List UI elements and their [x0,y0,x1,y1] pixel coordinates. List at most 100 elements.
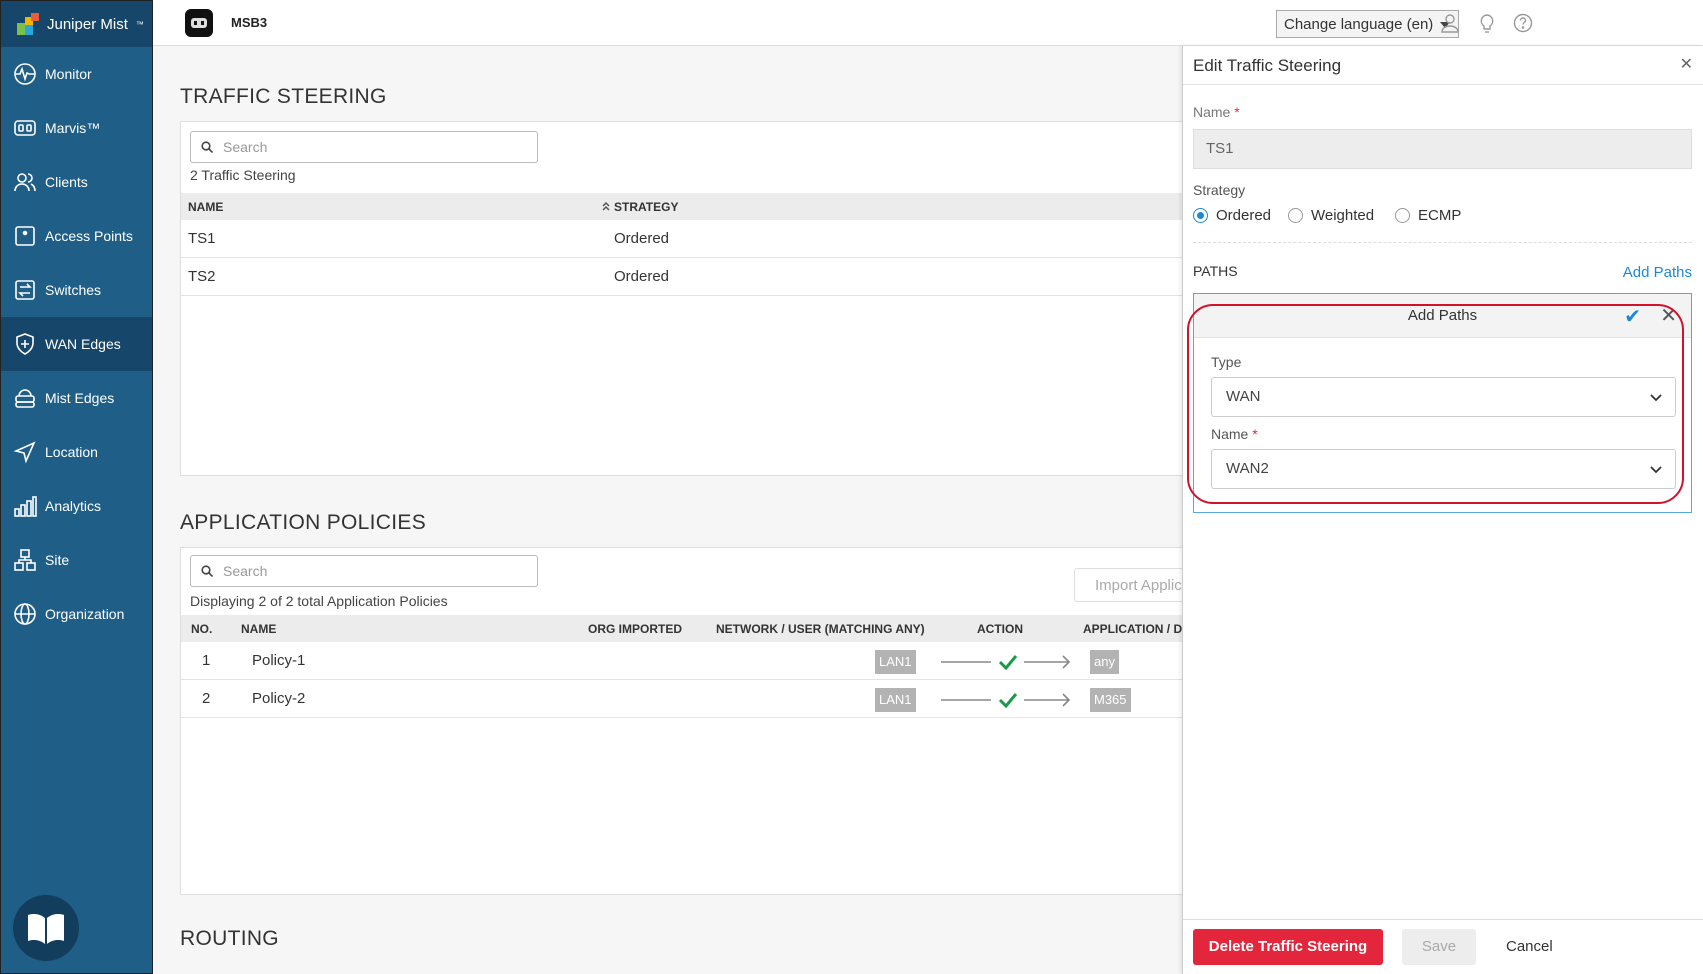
application-policies-panel: Search Import Applica Displaying 2 of 2 … [180,547,1183,895]
sidebar-item-mist-edges[interactable]: Mist Edges [1,371,152,425]
juniper-logo-icon [17,13,39,35]
row-name: Policy-2 [252,690,306,707]
allow-action-icon [941,655,1071,671]
site-switcher-icon[interactable] [185,8,213,37]
sidebar-item-site[interactable]: Site [1,533,152,587]
sidebar-item-label: Access Points [45,228,133,244]
sidebar-item-label: Analytics [45,498,102,514]
traffic-steering-search[interactable]: Search [190,131,538,163]
application-policies-search[interactable]: Search [190,555,538,587]
sidebar-item-access-points[interactable]: Access Points [1,209,152,263]
sidebar-item-organization[interactable]: Organization [1,587,152,641]
row-name: TS2 [188,268,216,285]
site-name[interactable]: MSB3 [231,15,267,30]
delete-traffic-steering-button[interactable]: Delete Traffic Steering [1193,929,1383,965]
sort-ascending-icon[interactable] [601,201,611,211]
site-icon [14,549,36,571]
sidebar-item-label: Location [45,444,98,460]
help-icon[interactable] [1513,13,1533,33]
routing-title: ROUTING [180,927,279,950]
sidebar-item-switches[interactable]: Switches [1,263,152,317]
search-icon [201,565,213,577]
divider [1183,84,1703,85]
name-label: Name * [1193,104,1240,120]
type-select-value: WAN [1226,388,1261,405]
add-paths-title: Add Paths [1407,307,1478,324]
path-name-label: Name * [1211,426,1258,442]
sidebar-item-monitor[interactable]: Monitor [1,47,152,101]
path-name-select[interactable]: WAN2 [1211,449,1676,489]
brand-logo[interactable]: Juniper Mist ™ [1,1,152,47]
radio-unselected-icon [1395,208,1410,223]
table-row[interactable]: 1 Policy-1 LAN1 any [181,642,1183,680]
column-network[interactable]: NETWORK / USER (MATCHING ANY) [716,622,925,636]
close-icon[interactable]: ✕ [1680,54,1693,74]
row-name: Policy-1 [252,652,306,669]
radio-unselected-icon [1288,208,1303,223]
sidebar-item-label: Clients [45,174,88,190]
table-row[interactable]: TS2 Ordered [181,258,1183,296]
allow-action-icon [941,693,1071,709]
analytics-icon [14,496,37,517]
top-bar: MSB3 Change language (en) [153,0,1703,46]
column-application[interactable]: APPLICATION / D [1083,622,1182,636]
language-select[interactable]: Change language (en) [1276,10,1459,38]
search-placeholder: Search [223,139,268,155]
clients-icon [14,173,36,192]
column-no[interactable]: NO. [191,622,212,636]
search-placeholder: Search [223,563,268,579]
row-strategy: Ordered [614,230,670,247]
sidebar-item-marvis[interactable]: Marvis™ [1,101,152,155]
path-name-select-value: WAN2 [1226,460,1269,477]
close-icon[interactable]: ✕ [1660,303,1677,328]
sidebar: Juniper Mist ™ Monitor Marvis™ Clients Ac… [0,0,153,974]
strategy-radio-ordered[interactable]: Ordered [1193,207,1271,224]
type-select[interactable]: WAN [1211,377,1676,417]
switch-icon [15,280,35,300]
cancel-button[interactable]: Cancel [1506,938,1553,955]
strategy-radio-ecmp[interactable]: ECMP [1395,207,1461,224]
marvis-icon [14,120,36,136]
radio-selected-icon [1193,208,1208,223]
table-row[interactable]: TS1 Ordered [181,220,1183,258]
sidebar-item-label: Organization [45,606,125,622]
application-policies-count: Displaying 2 of 2 total Application Poli… [190,593,448,609]
radio-label: ECMP [1418,207,1462,224]
add-paths-link[interactable]: Add Paths [1623,264,1692,281]
radio-label: Ordered [1216,207,1272,224]
main-content: TRAFFIC STEERING Search 2 Traffic Steeri… [153,46,1183,974]
strategy-label: Strategy [1193,182,1246,198]
column-strategy[interactable]: STRATEGY [614,200,678,214]
column-org-imported[interactable]: ORG IMPORTED [588,622,682,636]
application-policies-title: APPLICATION POLICIES [180,511,427,534]
import-applications-button[interactable]: Import Applica [1074,568,1183,602]
row-no: 1 [202,652,211,669]
table-row[interactable]: 2 Policy-2 LAN1 M365 [181,680,1183,718]
radio-label: Weighted [1311,207,1375,224]
sidebar-item-analytics[interactable]: Analytics [1,479,152,533]
strategy-radio-weighted[interactable]: Weighted [1288,207,1374,224]
save-button[interactable]: Save [1402,929,1476,965]
traffic-steering-count: 2 Traffic Steering [190,167,296,183]
column-name[interactable]: NAME [241,622,276,636]
column-name[interactable]: NAME [188,200,223,214]
application-chip: any [1090,650,1119,674]
divider [1193,242,1692,243]
documentation-book-icon[interactable] [13,895,79,961]
add-paths-form: Add Paths ✔ ✕ Type WAN Name * WAN2 [1193,293,1692,513]
sidebar-item-wan-edges[interactable]: WAN Edges [1,317,152,371]
user-icon[interactable] [1440,13,1460,33]
lightbulb-icon[interactable] [1477,13,1497,33]
sidebar-item-clients[interactable]: Clients [1,155,152,209]
row-strategy: Ordered [614,268,670,285]
brand-name: Juniper Mist [47,15,128,33]
sidebar-item-label: Site [45,552,70,568]
confirm-check-icon[interactable]: ✔ [1624,304,1641,329]
row-name: TS1 [188,230,216,247]
name-field[interactable]: TS1 [1193,129,1692,169]
sidebar-item-location[interactable]: Location [1,425,152,479]
organization-icon [14,603,36,625]
column-action[interactable]: ACTION [977,622,1023,636]
sidebar-item-label: Monitor [45,66,92,82]
search-icon [201,141,213,153]
